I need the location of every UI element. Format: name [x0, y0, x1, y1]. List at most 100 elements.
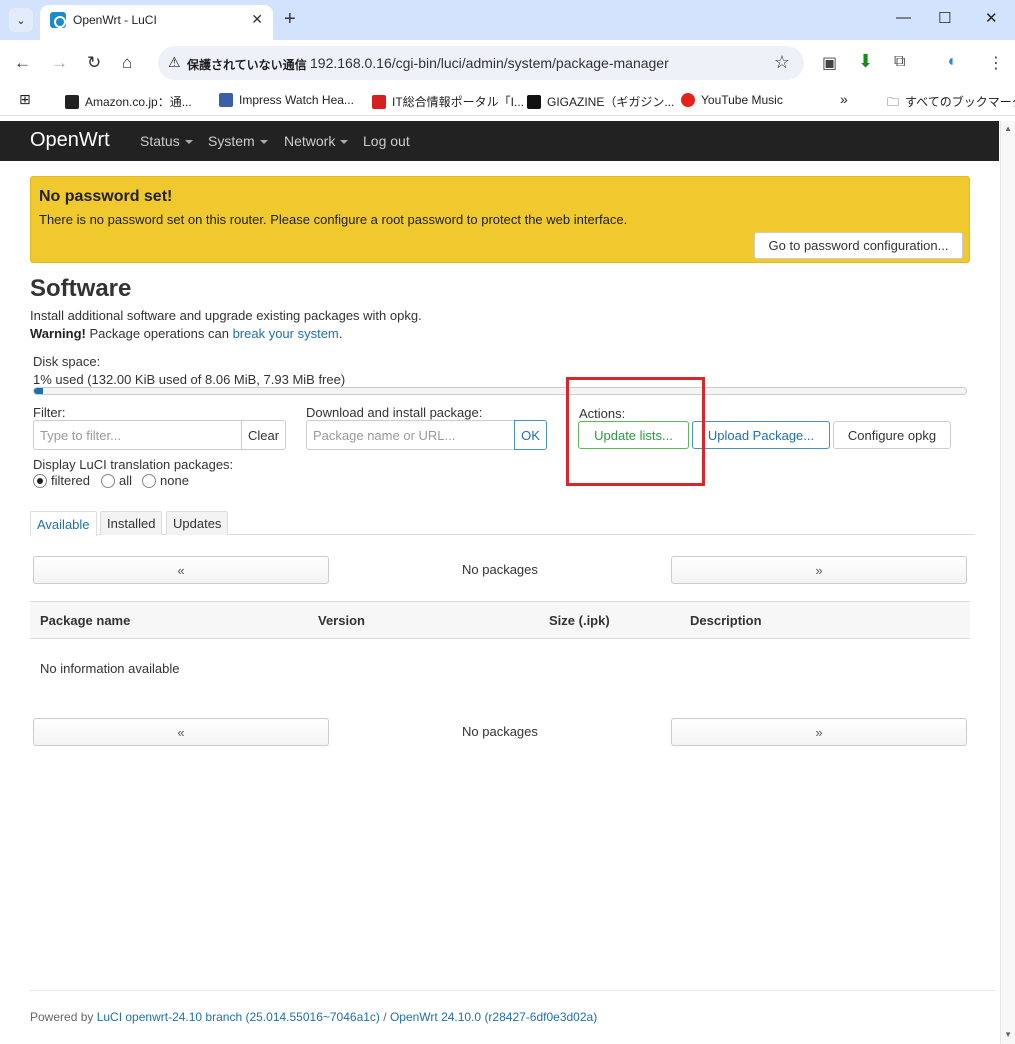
- openwrt-favicon-icon: [50, 12, 66, 28]
- tab-available[interactable]: Available: [30, 511, 97, 536]
- youtube-music-icon: [681, 93, 695, 107]
- alert-text: There is no password set on this router.…: [39, 212, 628, 227]
- caret-down-icon: [340, 140, 349, 144]
- pager-prev-top[interactable]: «: [33, 556, 329, 584]
- bookmark-star-icon[interactable]: ☆: [774, 52, 790, 73]
- scroll-down-icon[interactable]: ▼: [1004, 1030, 1012, 1039]
- page-footer: Powered by LuCI openwrt-24.10 branch (25…: [30, 1010, 597, 1024]
- cast-icon[interactable]: ▣: [822, 53, 837, 73]
- col-package-name[interactable]: Package name: [40, 613, 130, 628]
- impress-icon: [219, 93, 233, 107]
- bookmark-impress[interactable]: Impress Watch Hea...: [219, 93, 354, 107]
- radio-label: filtered: [51, 473, 91, 488]
- menu-network[interactable]: Network: [284, 133, 349, 149]
- bookmark-itmedia[interactable]: IT総合情報ポータル「I...: [372, 93, 524, 110]
- ok-button[interactable]: OK: [514, 420, 547, 450]
- bookmark-label: Amazon.co.jp：通...: [85, 95, 192, 109]
- bookmark-label: YouTube Music: [701, 93, 783, 107]
- highlight-box: [566, 377, 705, 486]
- bookmark-amazon[interactable]: Amazon.co.jp：通...: [65, 93, 192, 110]
- pager-status-bottom: No packages: [462, 724, 538, 739]
- menu-logout[interactable]: Log out: [363, 133, 410, 149]
- disk-usage-fill: [34, 388, 44, 394]
- new-tab-icon[interactable]: +: [284, 8, 296, 30]
- itmedia-icon: [372, 95, 386, 109]
- menu-system[interactable]: System: [208, 133, 268, 149]
- back-icon[interactable]: ←: [14, 53, 31, 73]
- bookmark-label: IT総合情報ポータル「I...: [392, 95, 525, 109]
- browser-tabstrip: ⌄ OpenWrt - LuCI ✕ + — ☐ ✕: [0, 0, 1015, 40]
- radio-filtered[interactable]: filtered: [33, 473, 90, 488]
- col-size[interactable]: Size (.ipk): [549, 613, 610, 628]
- pager-prev-bottom[interactable]: «: [33, 718, 329, 746]
- table-empty-message: No information available: [40, 661, 180, 676]
- bookmark-label: Impress Watch Hea...: [239, 93, 354, 107]
- menu-status[interactable]: Status: [140, 133, 193, 149]
- all-bookmarks-folder[interactable]: 🗀 すべてのブックマーク: [887, 93, 1015, 114]
- upload-package-button[interactable]: Upload Package...: [692, 421, 830, 449]
- radio-none[interactable]: none: [142, 473, 189, 488]
- window-close-icon[interactable]: ✕: [985, 9, 998, 27]
- clear-filter-button[interactable]: Clear: [241, 420, 286, 450]
- footer-sep: /: [379, 1010, 390, 1024]
- extensions-icon[interactable]: ⧉: [894, 53, 905, 71]
- page-warning: Warning! Package operations can break yo…: [30, 326, 342, 341]
- col-version[interactable]: Version: [318, 613, 365, 628]
- radio-label: none: [160, 473, 189, 488]
- scroll-up-icon[interactable]: ▲: [1004, 124, 1012, 133]
- filter-input[interactable]: Type to filter...: [33, 420, 242, 450]
- configure-opkg-button[interactable]: Configure opkg: [833, 421, 951, 449]
- tab-installed[interactable]: Installed: [100, 511, 163, 535]
- forward-icon[interactable]: →: [51, 53, 68, 73]
- break-system-link[interactable]: break your system: [233, 326, 339, 341]
- caret-down-icon: [259, 140, 268, 144]
- browser-tab[interactable]: OpenWrt - LuCI ✕: [40, 5, 273, 40]
- footer-divider: [30, 990, 995, 991]
- address-bar[interactable]: ⚠ 保護されていない通信 192.168.0.16/cgi-bin/luci/a…: [158, 46, 804, 80]
- package-url-input[interactable]: Package name or URL...: [306, 420, 515, 450]
- maximize-icon[interactable]: ☐: [938, 9, 951, 27]
- package-table-header: Package name Version Size (.ipk) Descrip…: [30, 601, 970, 639]
- insecure-label[interactable]: 保護されていない通信: [187, 56, 307, 73]
- radio-unchecked-icon[interactable]: [101, 473, 115, 488]
- reload-icon[interactable]: ↻: [87, 53, 101, 73]
- page-title: Software: [30, 275, 132, 302]
- download-label: Download and install package:: [306, 405, 483, 420]
- pager-next-top[interactable]: »: [671, 556, 967, 584]
- menu-kebab-icon[interactable]: ⋮: [988, 53, 1004, 73]
- filter-label: Filter:: [33, 405, 66, 420]
- tab-search-button[interactable]: ⌄: [9, 8, 33, 32]
- profile-icon[interactable]: ◖: [946, 53, 956, 71]
- warning-icon[interactable]: ⚠: [168, 54, 181, 71]
- page-scrollbar[interactable]: [1000, 121, 1015, 1044]
- tab-close-icon[interactable]: ✕: [251, 11, 263, 28]
- brand-logo[interactable]: OpenWrt: [30, 129, 110, 152]
- col-description[interactable]: Description: [690, 613, 762, 628]
- password-config-button[interactable]: Go to password configuration...: [754, 232, 963, 259]
- bookmark-gigazine[interactable]: GIGAZINE（ギガジン...: [527, 93, 674, 110]
- tab-updates[interactable]: Updates: [166, 511, 229, 535]
- menu-label: Status: [140, 133, 180, 149]
- download-icon[interactable]: ⬇: [858, 51, 873, 72]
- all-bookmarks-label: すべてのブックマーク: [905, 95, 1015, 109]
- warning-end: .: [338, 326, 343, 341]
- luci-version-link[interactable]: LuCI openwrt-24.10 branch (25.014.55016~…: [97, 1010, 380, 1024]
- footer-prefix: Powered by: [30, 1010, 97, 1024]
- radio-checked-icon[interactable]: [33, 473, 47, 488]
- more-bookmarks-icon[interactable]: »: [840, 91, 848, 107]
- bookmark-youtube-music[interactable]: YouTube Music: [681, 93, 783, 107]
- minimize-icon[interactable]: —: [896, 9, 911, 26]
- gigazine-icon: [527, 95, 541, 109]
- radio-unchecked-icon[interactable]: [142, 473, 156, 488]
- page-viewport: OpenWrt Status System Network Log out No…: [0, 121, 1015, 1044]
- openwrt-version-link[interactable]: OpenWrt 24.10.0 (r28427-6df0e3d02a): [390, 1010, 597, 1024]
- home-icon[interactable]: ⌂: [122, 53, 132, 73]
- radio-all[interactable]: all: [101, 473, 132, 488]
- bookmarks-bar: ⊞ Amazon.co.jp：通... Impress Watch Hea...…: [0, 86, 1015, 116]
- apps-grid-icon[interactable]: ⊞: [19, 91, 31, 108]
- radio-label: all: [119, 473, 133, 488]
- disk-space-label: Disk space:: [33, 354, 101, 369]
- pager-next-bottom[interactable]: »: [671, 718, 967, 746]
- url-text[interactable]: 192.168.0.16/cgi-bin/luci/admin/system/p…: [310, 55, 669, 71]
- browser-toolbar: ← → ↻ ⌂ ⚠ 保護されていない通信 192.168.0.16/cgi-bi…: [0, 40, 1015, 86]
